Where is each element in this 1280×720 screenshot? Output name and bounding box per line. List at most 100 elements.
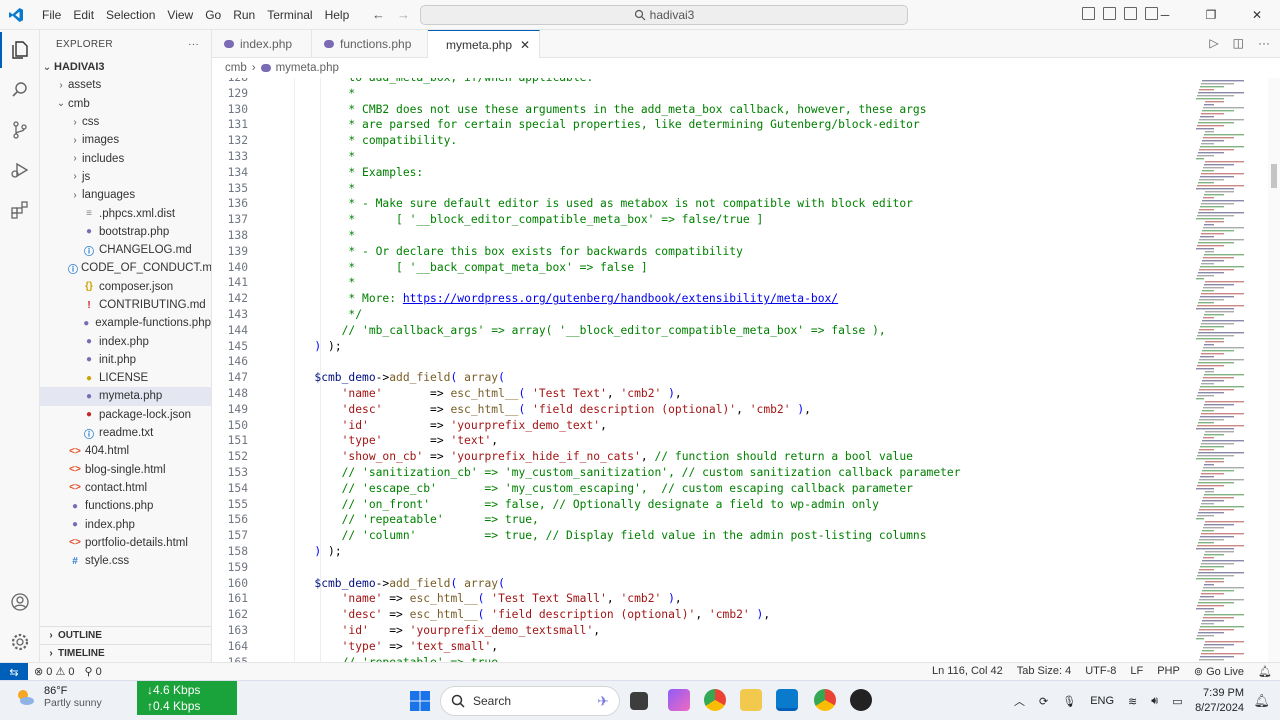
- code-token[interactable]: https://wordpress.org/gutenberg/handbook…: [403, 292, 838, 305]
- close-tab-icon[interactable]: ✕: [520, 38, 530, 52]
- tree-folder[interactable]: › includes: [40, 149, 211, 167]
- microphone-icon[interactable]: 🎙︎: [1062, 695, 1076, 708]
- notification-center-icon[interactable]: 🔔︎: [1253, 693, 1270, 709]
- tree-file[interactable]: ● example-functions.php: [40, 314, 211, 332]
- search-icon[interactable]: [0, 72, 40, 108]
- weather-widget[interactable]: 86°F Partly sunny: [14, 685, 102, 709]
- tree-file[interactable]: <> blog-single.html: [40, 461, 211, 479]
- minimap[interactable]: [1192, 78, 1268, 662]
- task-view-icon[interactable]: [630, 692, 648, 710]
- breadcrumb-file[interactable]: mymeta.php: [276, 62, 339, 74]
- timeline-section[interactable]: › TIMELINE: [40, 644, 211, 662]
- toggle-panel-icon[interactable]: [1103, 7, 1116, 20]
- line-ending[interactable]: LF: [1130, 665, 1143, 678]
- tree-file[interactable]: ● init.php: [40, 351, 211, 369]
- tree-file[interactable]: ⓘ CODE_OF_CONDUCT.md: [40, 259, 211, 277]
- remote-indicator-icon[interactable]: ⇆: [0, 663, 28, 681]
- run-debug-icon[interactable]: [0, 152, 40, 188]
- tree-folder[interactable]: › css: [40, 113, 211, 131]
- battery-icon[interactable]: ▭: [1172, 695, 1182, 708]
- toggle-sidebar-icon[interactable]: [1082, 7, 1095, 20]
- more-actions-icon[interactable]: ···: [1258, 36, 1270, 50]
- settings-gear-icon[interactable]: [0, 624, 40, 660]
- menu-run[interactable]: Run: [227, 8, 261, 22]
- tree-file[interactable]: ● LICENSE: [40, 369, 211, 387]
- file-explorer-icon[interactable]: [740, 689, 762, 711]
- menu-go[interactable]: Go: [199, 8, 227, 22]
- extensions-icon[interactable]: [0, 192, 40, 228]
- split-editor-icon[interactable]: ◫: [1233, 36, 1244, 50]
- command-center[interactable]: hadivai3: [420, 5, 908, 25]
- back-arrow-icon[interactable]: ←: [372, 7, 385, 22]
- minimize-icon[interactable]: ─: [1142, 0, 1188, 30]
- tree-folder[interactable]: › images: [40, 131, 211, 149]
- chrome-icon[interactable]: [704, 689, 726, 711]
- tree-folder[interactable]: › js: [40, 168, 211, 186]
- forward-arrow-icon[interactable]: →: [397, 7, 410, 22]
- scrollbar-thumb[interactable]: [1271, 164, 1277, 188]
- tree-file[interactable]: ! CONTRIBUTING.md: [40, 296, 211, 314]
- tree-folder[interactable]: ⌄ cmb: [40, 95, 211, 113]
- tree-file[interactable]: ● bootstrap.php: [40, 223, 211, 241]
- tree-file[interactable]: <> 404.html: [40, 442, 211, 460]
- restore-icon[interactable]: ❐: [1188, 0, 1234, 30]
- code-token: *: [294, 86, 356, 100]
- toggle-secondary-sidebar-icon[interactable]: [1124, 7, 1137, 20]
- sync-icon[interactable]: ⟳: [1039, 695, 1048, 708]
- tree-file[interactable]: ● mymeta.php: [40, 387, 211, 406]
- explorer-icon[interactable]: [0, 32, 40, 68]
- workspace-root[interactable]: ⌄ HADIVAI3: [40, 58, 211, 76]
- language-mode[interactable]: PHP: [1157, 665, 1180, 678]
- volume-icon[interactable]: 🔊︎: [1151, 695, 1158, 708]
- tree-file[interactable]: ● functions.php: [40, 497, 211, 515]
- menu-help[interactable]: Help: [319, 8, 356, 22]
- copilot-icon[interactable]: [668, 689, 690, 711]
- outline-section[interactable]: › OUTLINE: [40, 626, 211, 644]
- tab-index-php[interactable]: index.php: [212, 30, 312, 58]
- cursor-position[interactable]: Ln 116, Col 42: [932, 665, 1003, 678]
- notifications-bell-icon[interactable]: 🔔︎: [1258, 665, 1272, 678]
- clock[interactable]: 7:39 PM 8/27/2024: [1195, 686, 1244, 716]
- wifi-icon[interactable]: ≋: [1128, 695, 1137, 708]
- windows-start-icon[interactable]: [410, 691, 430, 711]
- tree-file[interactable]: ⓘ readme.txt: [40, 424, 211, 442]
- tree-file[interactable]: ≡ .phpcs.xml.dist: [40, 204, 211, 222]
- menu-view[interactable]: View: [161, 8, 199, 22]
- accounts-icon[interactable]: [0, 584, 40, 620]
- tree-file[interactable]: <> contact.html: [40, 479, 211, 497]
- language-indicator[interactable]: ENG: [1090, 695, 1114, 707]
- tree-file[interactable]: ● package-lock.json: [40, 406, 211, 424]
- chevron-up-icon[interactable]: ︿: [1014, 693, 1025, 709]
- tree-folder[interactable]: › assets: [40, 76, 211, 94]
- chevron-down-icon: ⌄: [42, 61, 52, 73]
- tab-functions-php[interactable]: functions.php: [312, 30, 428, 58]
- go-live-button[interactable]: ⊚ Go Live: [1194, 665, 1244, 678]
- tree-file[interactable]: ● index.php: [40, 332, 211, 350]
- close-window-icon[interactable]: ✕: [1234, 0, 1280, 30]
- taskbar-search[interactable]: Search ✈: [440, 686, 620, 716]
- encoding[interactable]: UTF-8: [1085, 665, 1116, 678]
- tab-mymeta-php[interactable]: mymeta.php ✕: [428, 30, 540, 59]
- menu-edit[interactable]: Edit: [67, 8, 100, 22]
- obs-icon[interactable]: [850, 689, 872, 711]
- tree-file[interactable]: ⓘ CHANGELOG.md: [40, 241, 211, 259]
- menu-file[interactable]: File: [36, 8, 67, 22]
- tree-file[interactable]: {} composer.json: [40, 278, 211, 296]
- tree-file[interactable]: # style.css: [40, 552, 211, 570]
- vscode-taskbar-icon[interactable]: [776, 689, 798, 711]
- tree-folder[interactable]: › languages: [40, 186, 211, 204]
- more-actions-icon[interactable]: ···: [188, 39, 199, 50]
- run-file-icon[interactable]: ▷: [1209, 36, 1218, 50]
- tree-file[interactable]: ● index.php: [40, 515, 211, 533]
- ports-indicator[interactable]: ⚲ 0: [85, 665, 102, 678]
- vertical-scrollbar[interactable]: [1268, 78, 1280, 662]
- menu-terminal[interactable]: Terminal: [261, 8, 318, 22]
- source-control-icon[interactable]: [0, 112, 40, 148]
- tree-file[interactable]: <> portfolio-details.html: [40, 534, 211, 552]
- menu-selection[interactable]: Selection: [100, 8, 161, 22]
- breadcrumb-folder[interactable]: cmb: [225, 62, 247, 74]
- code-editor[interactable]: 128 to add_meta_box, if/when applicable.…: [212, 78, 1192, 662]
- problems-indicator[interactable]: ⊗ 0 ⚠ 0: [34, 665, 75, 678]
- tab-size[interactable]: Tab Size: 4: [1017, 665, 1071, 678]
- chrome-profile-icon[interactable]: [814, 689, 836, 711]
